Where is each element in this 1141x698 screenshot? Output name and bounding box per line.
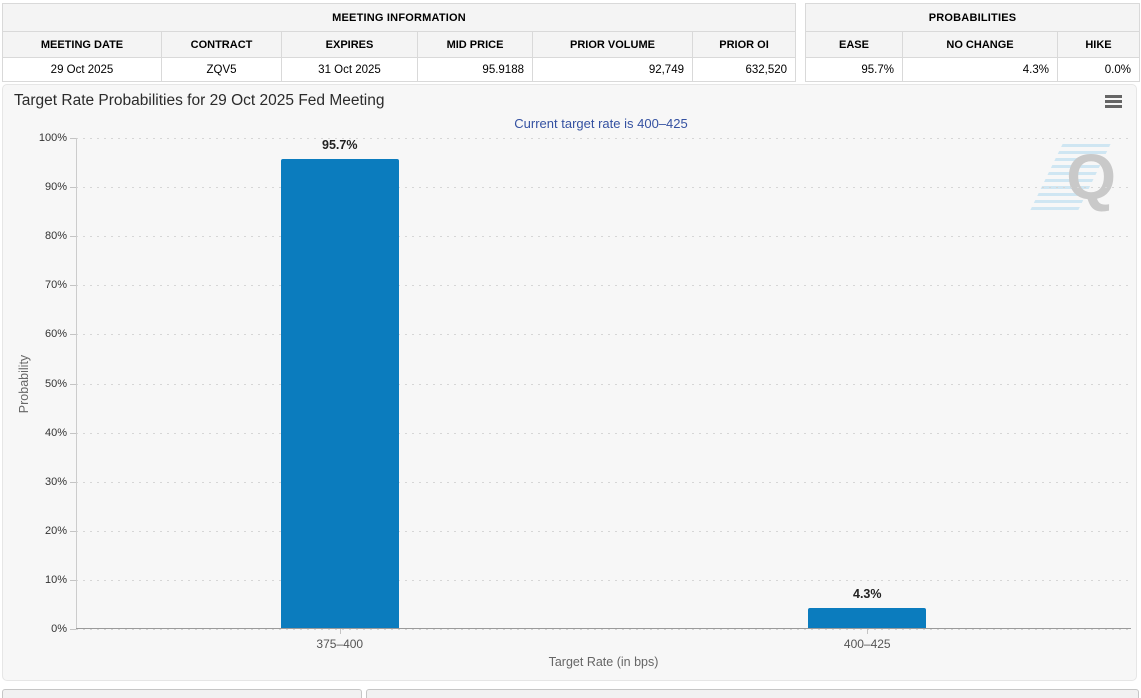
x-axis-category-label: 400–425 [843,637,891,651]
y-axis-tick [70,629,76,630]
y-gridline [76,285,1131,287]
y-axis-tick-label: 60% [44,328,67,341]
y-axis-tick-label: 20% [44,524,67,537]
meeting-info-column-header: PRIOR VOLUME [532,31,693,58]
meeting-info-table: MEETING INFORMATION MEETING DATE CONTRACT E… [1,3,797,82]
bottom-panel-right [366,689,1139,698]
meeting-info-column-header: PRIOR OI [691,31,797,58]
meeting-info-value-cell: ZQV5 [161,57,282,82]
hamburger-menu-icon[interactable] [1105,95,1122,110]
y-gridline [76,383,1131,385]
y-axis-tick-label: 30% [44,475,67,488]
y-gridline [76,481,1131,483]
probability-chart: Target Rate Probabilities for 29 Oct 202… [2,84,1137,681]
bar-data-label: 4.3% [853,587,882,601]
x-axis-tick [339,629,341,634]
probabilities-table: PROBABILITIES EASE NO CHANGE HIKE 95.7% 4.3% 0… [805,3,1140,82]
meeting-info-value-cell: 95.9188 [417,57,533,82]
x-axis-title: Target Rate (in bps) [548,655,659,669]
meeting-info-value-cell: 31 Oct 2025 [281,57,418,82]
meeting-info-value-cell: 29 Oct 2025 [2,57,162,82]
y-gridline [76,334,1131,336]
y-gridline [76,236,1131,238]
probabilities-value-cell: 95.7% [805,57,903,82]
y-gridline [76,629,1131,630]
plot-area: Probability Target Rate (in bps) 0% 10% 20… [17,132,1131,669]
probabilities-section-title: PROBABILITIES [805,3,1140,32]
x-axis-line [76,628,1131,629]
probabilities-value-cell: 4.3% [902,57,1058,82]
meeting-info-column-header: CONTRACT [161,31,282,58]
meeting-info-value-cell: 632,520 [691,57,797,82]
y-axis-tick-label: 100% [38,132,67,144]
probabilities-column-header: HIKE [1057,31,1140,58]
meeting-info-section-title: MEETING INFORMATION [1,3,797,32]
meeting-info-column-header: EXPIRES [281,31,418,58]
chart-title: Target Rate Probabilities for 29 Oct 202… [14,92,385,109]
meeting-info-column-header: MID PRICE [417,31,533,58]
y-axis-tick-label: 80% [44,230,67,243]
probabilities-value-cell: 0.0% [1057,57,1140,82]
y-axis-tick-label: 40% [44,426,67,439]
x-axis-tick [867,629,869,634]
probability-bar[interactable] [808,608,927,629]
y-axis-title: Probability [17,354,31,413]
y-gridline [76,187,1131,189]
x-axis-category-label: 375–400 [316,637,364,651]
y-axis-tick-label: 90% [44,181,67,194]
bar-data-label: 95.7% [322,138,358,152]
meeting-info-column-header: MEETING DATE [2,31,162,58]
y-axis-line [76,138,77,629]
probabilities-column-header: NO CHANGE [902,31,1058,58]
probability-bar[interactable] [280,159,399,629]
bottom-panel-left [2,689,362,698]
y-gridline [76,579,1131,581]
meeting-info-value-cell: 92,749 [532,57,693,82]
y-gridline [76,432,1131,434]
y-axis-tick-label: 50% [44,377,67,390]
y-gridline [76,138,1131,139]
probabilities-column-header: EASE [805,31,903,58]
y-axis-tick-label: 10% [44,573,67,586]
y-axis-tick-label: 0% [51,623,67,635]
chart-subtitle: Current target rate is 400–425 [514,116,688,131]
y-axis-tick-label: 70% [44,279,67,292]
y-gridline [76,530,1131,532]
